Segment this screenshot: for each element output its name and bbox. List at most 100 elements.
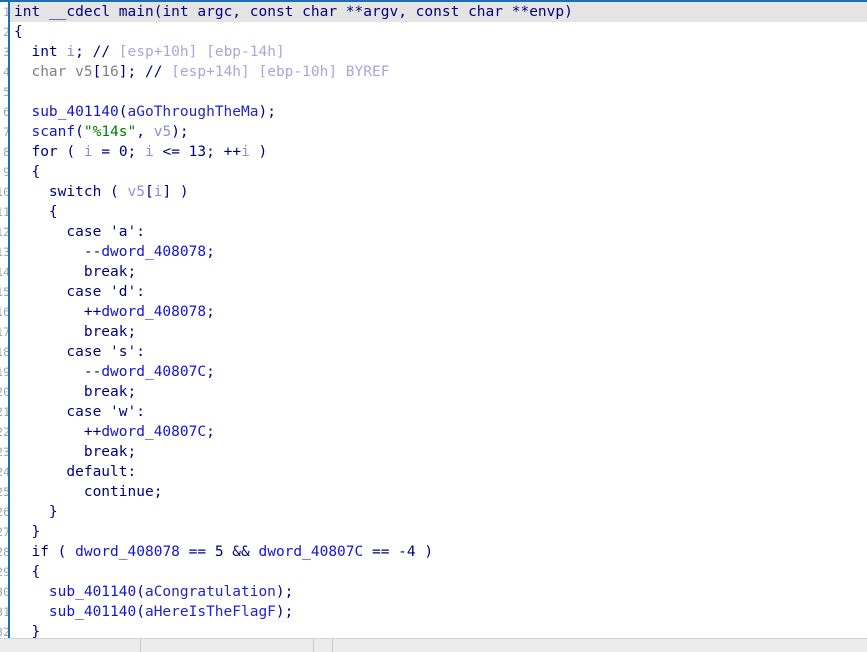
- code-line[interactable]: break;: [10, 322, 867, 342]
- code-line[interactable]: continue;: [10, 482, 867, 502]
- code-token: **: [337, 4, 364, 20]
- code-token: switch: [48, 184, 102, 200]
- code-token: [: [144, 184, 154, 200]
- code-line[interactable]: scanf("%14s", v5);: [10, 122, 867, 142]
- code-token: ;: [206, 424, 215, 440]
- code-token: **: [502, 4, 530, 20]
- line-number-gutter[interactable]: 1234567891011121314151617181920212223242…: [0, 2, 10, 638]
- status-cell-2: [141, 639, 314, 652]
- code-token: ): [415, 544, 434, 560]
- code-token: (: [48, 544, 76, 560]
- code-token: scanf: [31, 124, 76, 140]
- pseudocode-window: 1234567891011121314151617181920212223242…: [0, 0, 867, 652]
- code-token: break: [83, 324, 128, 340]
- code-line[interactable]: case 'a':: [10, 222, 867, 242]
- code-line[interactable]: {: [10, 562, 867, 582]
- code-token: sub_401140: [31, 104, 119, 120]
- code-token: int: [31, 44, 58, 60]
- code-token: ==: [179, 544, 215, 560]
- code-text-area[interactable]: int __cdecl main (int argc, const char **…: [10, 2, 867, 638]
- code-token: break: [83, 264, 128, 280]
- code-line[interactable]: }: [10, 622, 867, 638]
- code-line[interactable]: sub_401140(aHereIsTheFlagF);: [10, 602, 867, 622]
- code-token: ;: [206, 364, 215, 380]
- code-line[interactable]: for ( i = 0; i <= 13; ++i ): [10, 142, 867, 162]
- code-line[interactable]: [10, 82, 867, 102]
- code-line[interactable]: break;: [10, 442, 867, 462]
- code-line[interactable]: char v5[16]; // [esp+14h] [ebp-10h] BYRE…: [10, 62, 867, 82]
- code-token: <=: [153, 144, 189, 160]
- code-token: dword_408078: [101, 244, 207, 260]
- code-token: continue: [83, 484, 154, 500]
- code-line[interactable]: {: [10, 162, 867, 182]
- code-token: {: [14, 24, 23, 40]
- code-token: envp: [529, 4, 565, 20]
- code-token: case: [66, 344, 102, 360]
- code-token: ==: [363, 544, 399, 560]
- code-line[interactable]: sub_401140(aGoThroughTheMa);: [10, 102, 867, 122]
- code-token: }: [14, 504, 58, 520]
- code-line[interactable]: case 'd':: [10, 282, 867, 302]
- code-token: case: [66, 284, 102, 300]
- code-token: (: [118, 104, 128, 120]
- code-token: (: [101, 184, 128, 200]
- code-token: 's': [110, 344, 137, 360]
- code-token: __cdecl: [48, 4, 111, 20]
- code-token: dword_408078: [101, 304, 207, 320]
- code-line[interactable]: --dword_408078;: [10, 242, 867, 262]
- code-token: {: [14, 204, 58, 220]
- code-token: aGoThroughTheMa: [127, 104, 259, 120]
- code-token: 0: [118, 144, 128, 160]
- code-token: ] ): [162, 184, 189, 200]
- code-line[interactable]: break;: [10, 382, 867, 402]
- code-line[interactable]: --dword_40807C;: [10, 362, 867, 382]
- code-token: ;: [127, 264, 137, 280]
- code-line[interactable]: ++dword_40807C;: [10, 422, 867, 442]
- code-line[interactable]: case 'w':: [10, 402, 867, 422]
- status-cell-1: [0, 639, 141, 652]
- code-token: dword_40807C: [101, 424, 207, 440]
- code-line[interactable]: {: [10, 202, 867, 222]
- code-token: 5: [214, 544, 224, 560]
- code-token: ): [249, 144, 268, 160]
- code-line[interactable]: if ( dword_408078 == 5 && dword_40807C =…: [10, 542, 867, 562]
- code-token: const: [415, 4, 460, 20]
- code-line[interactable]: }: [10, 522, 867, 542]
- status-bar: [0, 638, 867, 652]
- code-token: ;: [153, 484, 163, 500]
- code-token: for: [31, 144, 58, 160]
- code-line[interactable]: break;: [10, 262, 867, 282]
- code-token: char: [31, 64, 67, 80]
- code-token: ;: [127, 144, 146, 160]
- code-token: 'w': [110, 404, 137, 420]
- code-line[interactable]: default:: [10, 462, 867, 482]
- code-line[interactable]: int __cdecl main(int argc, const char **…: [10, 2, 867, 22]
- code-token: --: [14, 364, 102, 380]
- code-token: :: [136, 224, 145, 240]
- code-line[interactable]: {: [10, 22, 867, 42]
- code-line[interactable]: }: [10, 502, 867, 522]
- status-cell-4: [333, 639, 867, 652]
- code-token: 16: [101, 64, 119, 80]
- code-line[interactable]: sub_401140(aCongratulation);: [10, 582, 867, 602]
- code-line[interactable]: case 's':: [10, 342, 867, 362]
- pseudocode-pane[interactable]: 1234567891011121314151617181920212223242…: [0, 2, 867, 638]
- code-line[interactable]: int i; // [esp+10h] [ebp-14h]: [10, 42, 867, 62]
- code-token: sub_401140: [48, 604, 137, 620]
- code-token: i: [66, 44, 76, 60]
- code-line[interactable]: ++dword_408078;: [10, 302, 867, 322]
- code-line[interactable]: switch ( v5[i] ): [10, 182, 867, 202]
